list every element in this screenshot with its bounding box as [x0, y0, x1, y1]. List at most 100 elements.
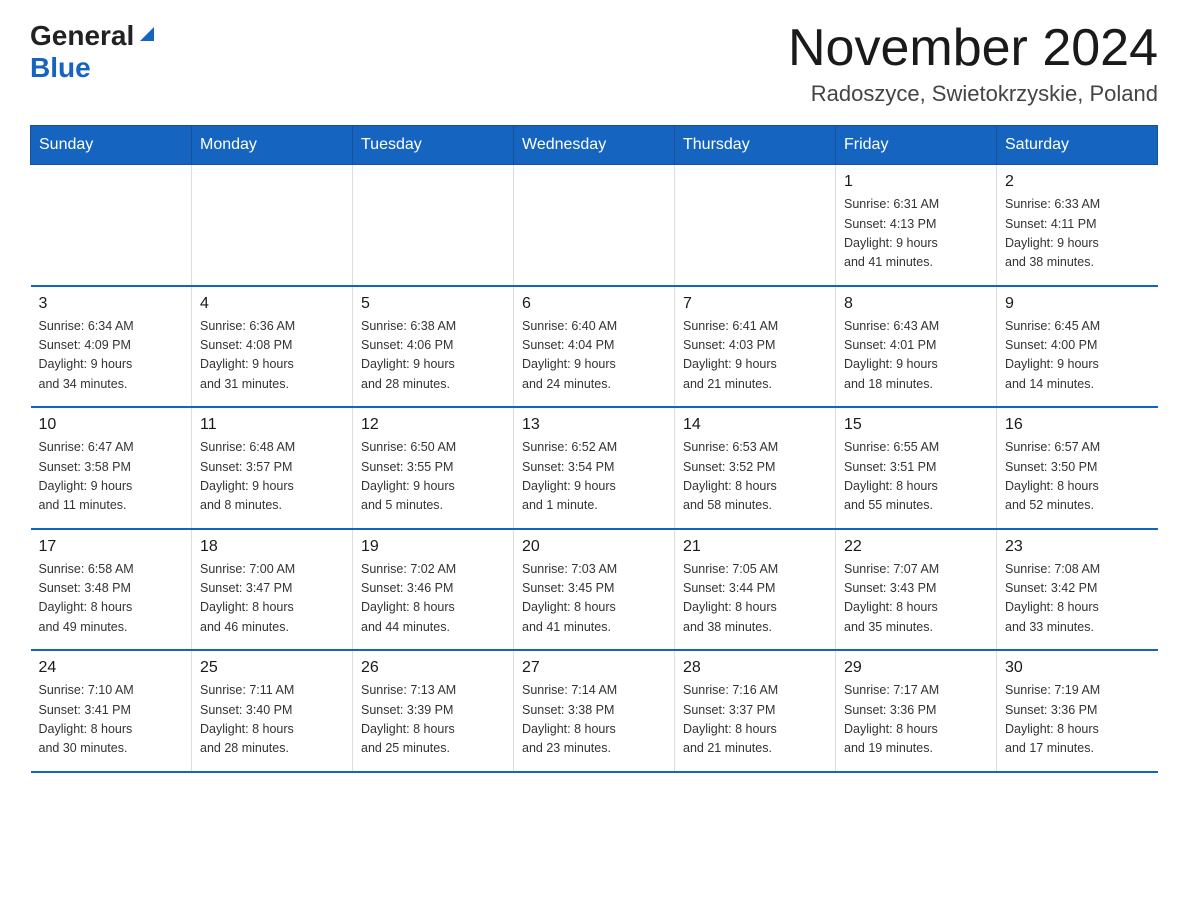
day-number: 26 — [361, 659, 505, 677]
calendar-cell: 16 Sunrise: 6:57 AM Sunset: 3:50 PM Dayli… — [997, 407, 1158, 529]
logo: General Blue — [30, 20, 158, 84]
day-info: Sunrise: 6:40 AM Sunset: 4:04 PM Dayligh… — [522, 317, 666, 395]
calendar-cell: 12 Sunrise: 6:50 AM Sunset: 3:55 PM Dayli… — [353, 407, 514, 529]
calendar-cell — [675, 165, 836, 286]
day-number: 22 — [844, 538, 988, 556]
day-number: 15 — [844, 416, 988, 434]
day-number: 3 — [39, 295, 184, 313]
day-info: Sunrise: 6:31 AM Sunset: 4:13 PM Dayligh… — [844, 195, 988, 273]
calendar-cell: 9 Sunrise: 6:45 AM Sunset: 4:00 PM Daylig… — [997, 286, 1158, 408]
calendar-cell: 13 Sunrise: 6:52 AM Sunset: 3:54 PM Dayli… — [514, 407, 675, 529]
day-info: Sunrise: 6:52 AM Sunset: 3:54 PM Dayligh… — [522, 438, 666, 516]
col-sunday: Sunday — [31, 126, 192, 165]
day-info: Sunrise: 7:19 AM Sunset: 3:36 PM Dayligh… — [1005, 681, 1150, 759]
day-info: Sunrise: 6:55 AM Sunset: 3:51 PM Dayligh… — [844, 438, 988, 516]
logo-general: General — [30, 20, 134, 52]
day-number: 4 — [200, 295, 344, 313]
day-info: Sunrise: 7:16 AM Sunset: 3:37 PM Dayligh… — [683, 681, 827, 759]
day-info: Sunrise: 7:07 AM Sunset: 3:43 PM Dayligh… — [844, 560, 988, 638]
day-info: Sunrise: 7:08 AM Sunset: 3:42 PM Dayligh… — [1005, 560, 1150, 638]
day-number: 17 — [39, 538, 184, 556]
day-info: Sunrise: 6:57 AM Sunset: 3:50 PM Dayligh… — [1005, 438, 1150, 516]
calendar-header: Sunday Monday Tuesday Wednesday Thursday… — [31, 126, 1158, 165]
day-number: 20 — [522, 538, 666, 556]
calendar-week-row: 17 Sunrise: 6:58 AM Sunset: 3:48 PM Dayli… — [31, 529, 1158, 651]
day-info: Sunrise: 7:03 AM Sunset: 3:45 PM Dayligh… — [522, 560, 666, 638]
calendar-cell: 24Sunrise: 7:10 AM Sunset: 3:41 PM Dayli… — [31, 650, 192, 772]
day-number: 27 — [522, 659, 666, 677]
month-year-title: November 2024 — [788, 20, 1158, 77]
day-info: Sunrise: 6:45 AM Sunset: 4:00 PM Dayligh… — [1005, 317, 1150, 395]
day-info: Sunrise: 6:50 AM Sunset: 3:55 PM Dayligh… — [361, 438, 505, 516]
calendar-cell: 20 Sunrise: 7:03 AM Sunset: 3:45 PM Dayli… — [514, 529, 675, 651]
calendar-cell: 27Sunrise: 7:14 AM Sunset: 3:38 PM Dayli… — [514, 650, 675, 772]
day-number: 19 — [361, 538, 505, 556]
day-info: Sunrise: 6:38 AM Sunset: 4:06 PM Dayligh… — [361, 317, 505, 395]
col-thursday: Thursday — [675, 126, 836, 165]
page-header: General Blue November 2024 Radoszyce, Sw… — [30, 20, 1158, 107]
calendar-cell: 15 Sunrise: 6:55 AM Sunset: 3:51 PM Dayli… — [836, 407, 997, 529]
calendar-cell: 26 Sunrise: 7:13 AM Sunset: 3:39 PM Dayli… — [353, 650, 514, 772]
col-monday: Monday — [192, 126, 353, 165]
col-friday: Friday — [836, 126, 997, 165]
day-number: 14 — [683, 416, 827, 434]
day-number: 7 — [683, 295, 827, 313]
calendar-cell: 5 Sunrise: 6:38 AM Sunset: 4:06 PM Daylig… — [353, 286, 514, 408]
calendar-cell: 2 Sunrise: 6:33 AM Sunset: 4:11 PM Daylig… — [997, 165, 1158, 286]
calendar-cell: 6Sunrise: 6:40 AM Sunset: 4:04 PM Daylig… — [514, 286, 675, 408]
col-wednesday: Wednesday — [514, 126, 675, 165]
day-number: 21 — [683, 538, 827, 556]
day-info: Sunrise: 6:43 AM Sunset: 4:01 PM Dayligh… — [844, 317, 988, 395]
calendar-cell: 1 Sunrise: 6:31 AM Sunset: 4:13 PM Daylig… — [836, 165, 997, 286]
calendar-cell: 25 Sunrise: 7:11 AM Sunset: 3:40 PM Dayli… — [192, 650, 353, 772]
day-info: Sunrise: 7:02 AM Sunset: 3:46 PM Dayligh… — [361, 560, 505, 638]
day-info: Sunrise: 6:41 AM Sunset: 4:03 PM Dayligh… — [683, 317, 827, 395]
day-number: 25 — [200, 659, 344, 677]
calendar-cell: 7 Sunrise: 6:41 AM Sunset: 4:03 PM Daylig… — [675, 286, 836, 408]
day-info: Sunrise: 7:13 AM Sunset: 3:39 PM Dayligh… — [361, 681, 505, 759]
day-number: 11 — [200, 416, 344, 434]
day-info: Sunrise: 6:53 AM Sunset: 3:52 PM Dayligh… — [683, 438, 827, 516]
calendar-week-row: 24Sunrise: 7:10 AM Sunset: 3:41 PM Dayli… — [31, 650, 1158, 772]
day-info: Sunrise: 6:47 AM Sunset: 3:58 PM Dayligh… — [39, 438, 184, 516]
day-info: Sunrise: 6:34 AM Sunset: 4:09 PM Dayligh… — [39, 317, 184, 395]
calendar-cell: 30 Sunrise: 7:19 AM Sunset: 3:36 PM Dayli… — [997, 650, 1158, 772]
day-info: Sunrise: 6:58 AM Sunset: 3:48 PM Dayligh… — [39, 560, 184, 638]
calendar-cell: 10 Sunrise: 6:47 AM Sunset: 3:58 PM Dayli… — [31, 407, 192, 529]
calendar-cell: 19 Sunrise: 7:02 AM Sunset: 3:46 PM Dayli… — [353, 529, 514, 651]
day-info: Sunrise: 7:17 AM Sunset: 3:36 PM Dayligh… — [844, 681, 988, 759]
calendar-cell: 29 Sunrise: 7:17 AM Sunset: 3:36 PM Dayli… — [836, 650, 997, 772]
day-number: 2 — [1005, 173, 1150, 191]
calendar-cell: 17 Sunrise: 6:58 AM Sunset: 3:48 PM Dayli… — [31, 529, 192, 651]
day-info: Sunrise: 7:10 AM Sunset: 3:41 PM Dayligh… — [39, 681, 184, 759]
calendar-week-row: 1 Sunrise: 6:31 AM Sunset: 4:13 PM Daylig… — [31, 165, 1158, 286]
calendar-cell: 14 Sunrise: 6:53 AM Sunset: 3:52 PM Dayli… — [675, 407, 836, 529]
day-info: Sunrise: 6:33 AM Sunset: 4:11 PM Dayligh… — [1005, 195, 1150, 273]
day-number: 8 — [844, 295, 988, 313]
calendar-cell: 4 Sunrise: 6:36 AM Sunset: 4:08 PM Daylig… — [192, 286, 353, 408]
day-info: Sunrise: 7:11 AM Sunset: 3:40 PM Dayligh… — [200, 681, 344, 759]
day-number: 30 — [1005, 659, 1150, 677]
location-subtitle: Radoszyce, Swietokrzyskie, Poland — [788, 81, 1158, 107]
calendar-cell: 11 Sunrise: 6:48 AM Sunset: 3:57 PM Dayli… — [192, 407, 353, 529]
day-info: Sunrise: 6:48 AM Sunset: 3:57 PM Dayligh… — [200, 438, 344, 516]
logo-blue: Blue — [30, 52, 91, 83]
day-number: 1 — [844, 173, 988, 191]
calendar-cell: 28Sunrise: 7:16 AM Sunset: 3:37 PM Dayli… — [675, 650, 836, 772]
day-info: Sunrise: 7:00 AM Sunset: 3:47 PM Dayligh… — [200, 560, 344, 638]
day-number: 23 — [1005, 538, 1150, 556]
day-info: Sunrise: 6:36 AM Sunset: 4:08 PM Dayligh… — [200, 317, 344, 395]
day-number: 29 — [844, 659, 988, 677]
calendar-cell — [192, 165, 353, 286]
calendar-cell: 8 Sunrise: 6:43 AM Sunset: 4:01 PM Daylig… — [836, 286, 997, 408]
day-number: 10 — [39, 416, 184, 434]
header-row: Sunday Monday Tuesday Wednesday Thursday… — [31, 126, 1158, 165]
day-number: 13 — [522, 416, 666, 434]
day-number: 16 — [1005, 416, 1150, 434]
calendar-cell: 22 Sunrise: 7:07 AM Sunset: 3:43 PM Dayli… — [836, 529, 997, 651]
day-number: 12 — [361, 416, 505, 434]
day-number: 5 — [361, 295, 505, 313]
calendar-body: 1 Sunrise: 6:31 AM Sunset: 4:13 PM Daylig… — [31, 165, 1158, 772]
calendar-week-row: 3 Sunrise: 6:34 AM Sunset: 4:09 PM Daylig… — [31, 286, 1158, 408]
day-number: 9 — [1005, 295, 1150, 313]
